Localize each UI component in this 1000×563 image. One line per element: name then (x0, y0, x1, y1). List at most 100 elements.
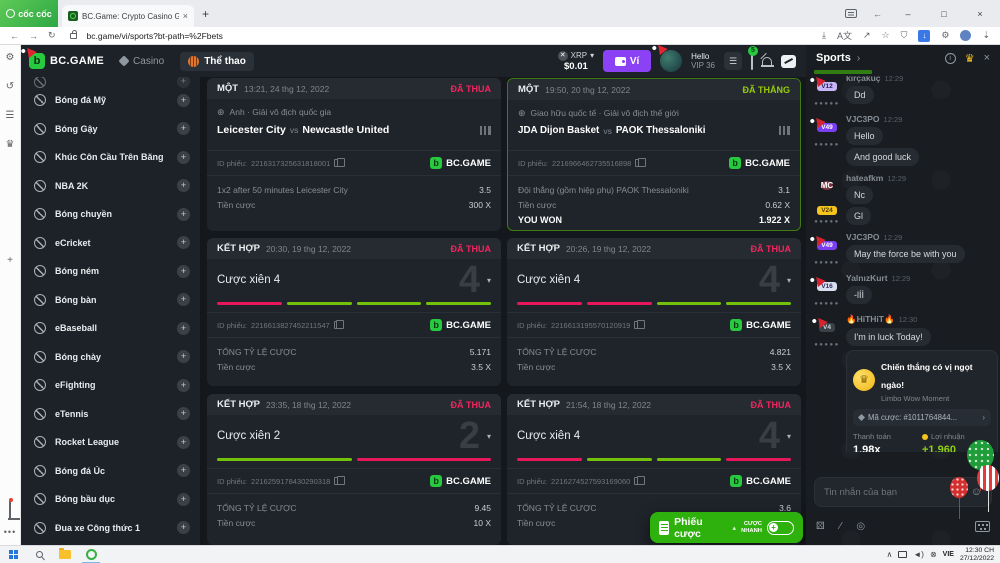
expand-plus-icon[interactable]: + (177, 151, 190, 164)
expand-plus-icon[interactable]: + (177, 493, 190, 506)
chat-username[interactable]: 🔥HiTHiT🔥 (846, 314, 895, 324)
shield-icon[interactable]: ⛉ (901, 30, 908, 41)
bcgame-logo[interactable]: b BC.GAME (29, 53, 104, 69)
disconnected-icon[interactable]: ⊗ (930, 550, 937, 559)
chat-username[interactable]: hateafkm (846, 173, 883, 183)
expand-plus-icon[interactable]: + (177, 122, 190, 135)
tab-close-icon[interactable]: × (183, 11, 188, 21)
quick-bet-toggle[interactable]: + (767, 521, 794, 535)
back-icon[interactable]: ← (10, 31, 19, 41)
coccoc-taskbar-button[interactable] (78, 546, 104, 563)
currency-selector[interactable]: ✕ XRP ▾ $0.01 (558, 51, 594, 72)
new-tab-button[interactable]: + (202, 7, 209, 21)
sidebar-item-american-football[interactable]: Bóng đá Mỹ+ (21, 86, 200, 115)
copy-icon[interactable] (334, 321, 341, 329)
win-share-card[interactable]: ♛ Chiến thắng có vị ngọt ngào!Limbo Wow … (846, 350, 998, 452)
clock[interactable]: 12:30 CH27/12/2022 (960, 547, 994, 562)
lock-icon[interactable] (70, 33, 77, 39)
chat-username[interactable]: VJC3PO (846, 232, 880, 242)
expand-plus-icon[interactable]: + (177, 322, 190, 335)
collapse-arrow-icon[interactable]: ← (873, 9, 882, 19)
forward-icon[interactable]: → (29, 31, 38, 41)
sidebar-item-aussie-rules[interactable]: Bóng đá Úc+ (21, 457, 200, 486)
expand-plus-icon[interactable]: + (177, 464, 190, 477)
volume-icon[interactable]: ◄) (913, 550, 924, 559)
betslip-button[interactable]: Phiếu cược ▴ CƯỢCNHANH + (650, 512, 803, 543)
sidebar-item-volleyball[interactable]: Bóng chuyền+ (21, 200, 200, 229)
sidebar-item-efighting[interactable]: eFighting+ (21, 371, 200, 400)
copy-icon[interactable] (334, 477, 341, 485)
profile-avatar-icon[interactable] (960, 30, 971, 41)
copy-icon[interactable] (635, 159, 642, 167)
tab-casino[interactable]: Casino (112, 52, 172, 71)
translate-icon[interactable]: A文 (837, 29, 852, 42)
sidebar-item-formula1[interactable]: Đua xe Công thức 1+ (21, 514, 200, 543)
maximize-button[interactable]: □ (934, 9, 954, 19)
sidebar-item-nba2k[interactable]: NBA 2K+ (21, 172, 200, 201)
extension-icon[interactable]: ⚙ (941, 30, 949, 41)
copy-icon[interactable] (634, 321, 641, 329)
stats-icon[interactable] (480, 126, 491, 135)
commands-slash-icon[interactable]: ∕ (840, 521, 842, 532)
sidebar-item-cricket[interactable]: Bóng Gậy+ (21, 115, 200, 144)
chat-channel-title[interactable]: Sports (816, 52, 851, 64)
sidebar-item-ecricket[interactable]: eCricket+ (21, 229, 200, 258)
language-indicator[interactable]: VIE (943, 551, 954, 558)
network-icon[interactable] (898, 551, 907, 558)
chat-username[interactable]: VJC3PO (846, 114, 880, 124)
expand-plus-icon[interactable]: + (177, 436, 190, 449)
user-info[interactable]: Hello VIP 36 (691, 52, 715, 70)
rewards-crown-icon[interactable]: ♛ (0, 138, 20, 151)
sidebar-item-table-tennis[interactable]: Bóng bàn+ (21, 286, 200, 315)
tab-search-icon[interactable] (845, 9, 857, 18)
expand-plus-icon[interactable]: + (177, 236, 190, 249)
file-explorer-button[interactable] (52, 546, 78, 563)
expand-plus-icon[interactable]: + (177, 407, 190, 420)
expand-plus-icon[interactable]: + (177, 350, 190, 363)
coin-tip-icon[interactable]: ◎ (856, 521, 865, 532)
browser-tab[interactable]: BC.Game: Crypto Casino Gan × (62, 5, 194, 27)
tab-sports[interactable]: Thể thao (180, 52, 254, 71)
sidebar-item-rocket-league[interactable]: Rocket League+ (21, 428, 200, 457)
sidebar-item-ice-hockey[interactable]: Khúc Côn Cầu Trên Băng+ (21, 143, 200, 172)
bookmark-star-icon[interactable]: ☆ (882, 30, 890, 41)
settings-gear-icon[interactable]: ⚙ (0, 51, 20, 64)
dice-icon[interactable]: ⚄ (816, 521, 825, 532)
copy-icon[interactable] (634, 477, 641, 485)
chevron-right-icon[interactable]: › (857, 53, 860, 64)
share-icon[interactable]: ↗ (863, 30, 871, 41)
url-text[interactable]: bc.game/vi/sports?bt-path=%2Fbets (87, 31, 223, 41)
notifications-icon[interactable] (762, 57, 772, 66)
user-avatar[interactable] (660, 50, 682, 72)
reload-icon[interactable]: ↻ (48, 30, 56, 41)
copy-icon[interactable] (334, 159, 341, 167)
notifications-bell-icon[interactable] (9, 500, 11, 518)
wallet-button[interactable]: Ví (603, 50, 651, 72)
expand-plus-icon[interactable]: + (177, 379, 190, 392)
stats-icon[interactable] (779, 126, 790, 135)
expand-caret-icon[interactable]: ▾ (787, 432, 791, 441)
avatar[interactable]: MC (821, 181, 833, 190)
trophy-icon[interactable]: ♛ (965, 52, 975, 65)
expand-caret-icon[interactable]: ▾ (787, 276, 791, 285)
messages-button[interactable]: 5 (751, 52, 753, 70)
gif-keyboard-icon[interactable] (975, 521, 990, 532)
tray-expand-icon[interactable]: ∧ (887, 550, 893, 559)
bet-code-link[interactable]: Mã cược: #1011764844...› (853, 409, 991, 426)
chat-username[interactable]: kırçakuç (846, 76, 881, 83)
expand-plus-icon[interactable]: + (177, 94, 190, 107)
save-page-icon[interactable]: ⤓ (822, 30, 826, 41)
chat-toggle-icon[interactable] (781, 55, 796, 68)
expand-plus-icon[interactable]: + (177, 179, 190, 192)
expand-caret-icon[interactable]: ▾ (487, 432, 491, 441)
newsfeed-icon[interactable]: ☰ (0, 109, 20, 122)
taskbar-search[interactable] (26, 546, 52, 563)
sidebar-item-baseball[interactable]: Bóng chày+ (21, 343, 200, 372)
more-options-icon[interactable]: ••• (0, 527, 20, 537)
add-shortcut-icon[interactable]: + (0, 254, 20, 267)
chat-input[interactable] (824, 487, 971, 498)
chat-username[interactable]: YalnızKurt (846, 273, 888, 283)
sidebar-item-rugby[interactable]: Bóng bầu dục+ (21, 485, 200, 514)
sidebar-item-handball[interactable]: Bóng ném+ (21, 257, 200, 286)
minimize-button[interactable]: – (898, 9, 918, 19)
